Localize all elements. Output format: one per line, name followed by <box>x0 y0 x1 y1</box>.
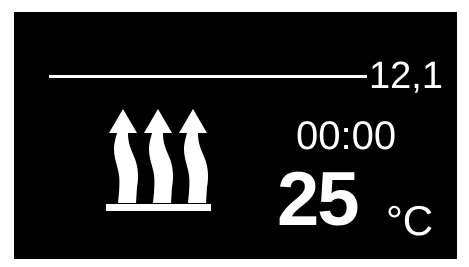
level-value: 12,1 <box>369 55 443 97</box>
temperature-value: 25 <box>277 157 360 242</box>
timer-display: 00:00 <box>296 114 397 158</box>
temperature-unit: °C <box>386 197 434 244</box>
level-indicator-line <box>49 75 367 78</box>
heating-arrows-icon <box>106 109 211 211</box>
heater-display-screen: 12,1 00:00 25 °C <box>14 12 457 259</box>
